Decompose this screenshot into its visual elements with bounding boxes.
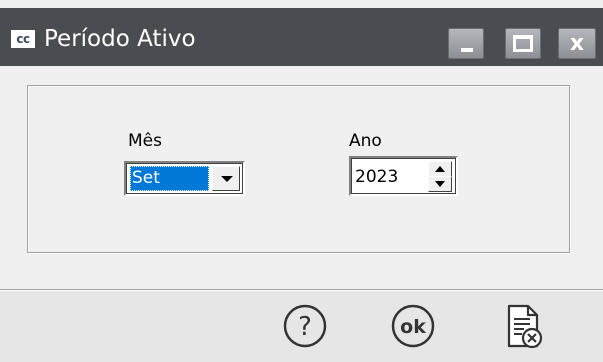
year-increment-button[interactable] [428, 161, 452, 177]
year-label: Ano [349, 131, 382, 151]
help-icon: ? [283, 304, 327, 348]
month-label: Mês [128, 131, 162, 151]
title-bar[interactable]: cc Período Ativo x [0, 8, 603, 66]
year-value[interactable]: 2023 [355, 164, 420, 190]
app-icon: cc [11, 30, 35, 48]
cancel-document-icon [507, 304, 543, 349]
year-decrement-button[interactable] [428, 176, 452, 192]
cancel-button[interactable] [504, 303, 544, 349]
period-group-box [27, 85, 570, 253]
ok-label: ok [400, 316, 426, 338]
ok-icon: ok [391, 304, 435, 348]
year-spinner[interactable]: 2023 [349, 156, 458, 196]
close-button[interactable]: x [558, 28, 596, 59]
svg-text:?: ? [298, 312, 312, 342]
month-combobox[interactable]: Set [124, 161, 245, 196]
arrow-up-icon [435, 166, 445, 172]
maximize-icon [513, 35, 533, 52]
chevron-down-icon [221, 176, 233, 182]
minimize-button[interactable] [448, 28, 484, 59]
ok-button[interactable]: ok [390, 303, 436, 349]
close-icon: x [569, 31, 585, 56]
month-dropdown-button[interactable] [212, 166, 240, 191]
window-title: Período Ativo [44, 26, 196, 52]
arrow-down-icon [435, 181, 445, 187]
month-selected-value[interactable]: Set [130, 166, 209, 191]
minimize-icon [461, 48, 473, 52]
period-dialog: cc Período Ativo x Mês Set Ano 2023 ? ok [0, 0, 603, 362]
maximize-button[interactable] [505, 28, 541, 59]
help-button[interactable]: ? [282, 303, 328, 349]
